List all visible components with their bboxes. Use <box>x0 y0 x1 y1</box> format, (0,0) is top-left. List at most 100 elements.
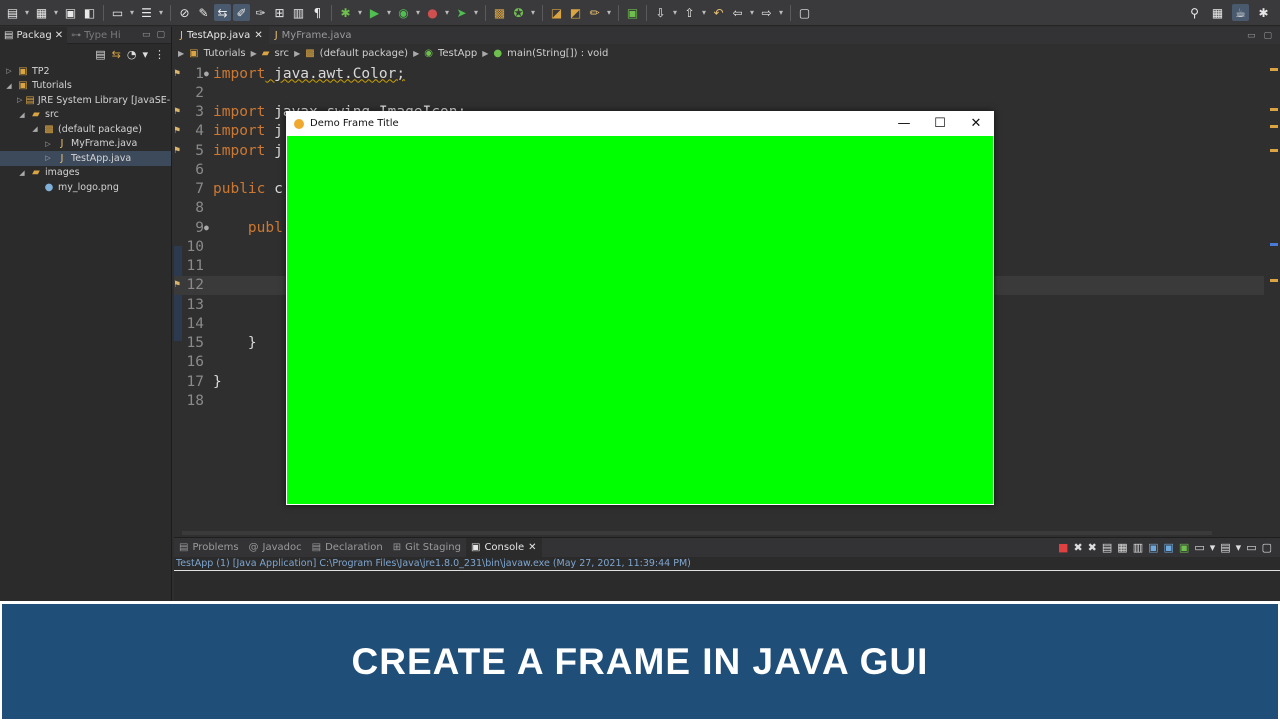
back-icon[interactable]: ⇦ <box>729 4 746 21</box>
minimize-icon[interactable]: ▭ <box>142 30 151 40</box>
chevron-down-icon[interactable]: ▾ <box>1210 541 1216 554</box>
warning-marker[interactable] <box>1270 108 1278 111</box>
tree-item[interactable]: ◢ ▰ src <box>0 108 171 123</box>
window-titlebar[interactable]: Demo Frame Title — ☐ ✕ <box>286 111 994 136</box>
tree-item[interactable]: ▷▤JRE System Library [JavaSE-1.8] <box>0 93 171 108</box>
new-icon[interactable]: ▤ <box>4 4 21 21</box>
tree-item[interactable]: ▷ J MyFrame.java <box>0 137 171 152</box>
code-line[interactable]: 2 <box>174 83 1264 102</box>
search-file-icon[interactable]: ✏ <box>586 4 603 21</box>
toggle-breadcrumb-icon[interactable]: ⇆ <box>214 4 231 21</box>
minimize-button[interactable]: — <box>886 116 922 131</box>
pilcrow-icon[interactable]: ¶ <box>309 4 326 21</box>
chevron-down-icon[interactable]: ▾ <box>1236 541 1242 554</box>
console-tab[interactable]: ▤ Declaration <box>307 538 388 557</box>
console-tab[interactable]: @ Javadoc <box>244 538 307 557</box>
tab-package-explorer[interactable]: ▤ Packag ✕ <box>0 26 68 44</box>
chevron-down-icon[interactable]: ▾ <box>671 4 679 21</box>
tree-item[interactable]: ◢ ▩ (default package) <box>0 122 171 137</box>
expand-arrow-icon[interactable]: ▷ <box>4 67 14 75</box>
link-editor-icon[interactable]: ⇆ <box>112 48 121 61</box>
show-stderr-icon[interactable]: ▣ <box>1164 541 1174 554</box>
search-icon[interactable]: ⚲ <box>1186 4 1203 21</box>
chevron-down-icon[interactable]: ▾ <box>414 4 422 21</box>
console-tab[interactable]: ▣ Console ✕ <box>465 538 542 557</box>
expand-arrow-icon[interactable]: ▷ <box>43 154 53 162</box>
open-task-icon[interactable]: ◩ <box>567 4 584 21</box>
maximize-icon[interactable]: ▢ <box>1263 31 1272 41</box>
external-tools-icon[interactable]: ● <box>424 4 441 21</box>
pin-console-icon[interactable]: ▣ <box>1179 541 1189 554</box>
collapse-all-icon[interactable]: ▤ <box>95 48 105 61</box>
warning-marker[interactable] <box>1270 125 1278 128</box>
display-console-icon[interactable]: ▭ <box>1194 541 1204 554</box>
collapse-arrow-icon[interactable]: ◢ <box>30 125 40 133</box>
highlight-icon[interactable]: ✐ <box>233 4 250 21</box>
chevron-down-icon[interactable]: ▾ <box>128 4 136 21</box>
collapse-arrow-icon[interactable]: ◢ <box>17 169 27 177</box>
chevron-down-icon[interactable]: ▾ <box>605 4 613 21</box>
refactor-icon[interactable]: ☰ <box>138 4 155 21</box>
breadcrumb-item[interactable]: src <box>274 48 289 59</box>
fold-icon[interactable]: ● <box>204 223 209 232</box>
code-line[interactable]: ⚑ 1 ● import java.awt.Color; <box>174 64 1264 83</box>
skip-breakpoints-icon[interactable]: ⊘ <box>176 4 193 21</box>
overview-ruler[interactable] <box>1268 63 1280 523</box>
console-tab[interactable]: ⊞ Git Staging <box>388 538 466 557</box>
tab-type-hierarchy[interactable]: ⊶ Type Hi <box>67 27 124 44</box>
word-wrap-icon[interactable]: ▥ <box>1133 541 1143 554</box>
chevron-down-icon[interactable]: ▾ <box>52 4 60 21</box>
breadcrumb-item[interactable]: (default package) <box>320 48 408 59</box>
chevron-right-icon[interactable]: ▶ <box>294 49 300 58</box>
chevron-down-icon[interactable]: ▾ <box>157 4 165 21</box>
view-menu-icon[interactable]: ⋮ <box>154 48 165 61</box>
remove-launch-icon[interactable]: ✖ <box>1073 541 1082 554</box>
show-whitespace-icon[interactable]: ⊞ <box>271 4 288 21</box>
collapse-arrow-icon[interactable]: ◢ <box>4 82 14 90</box>
run-icon[interactable]: ▶ <box>366 4 383 21</box>
show-stdout-icon[interactable]: ▣ <box>1148 541 1158 554</box>
breadcrumb-item[interactable]: TestApp <box>438 48 477 59</box>
new-package-icon[interactable]: ▩ <box>491 4 508 21</box>
perspective-icon[interactable]: ▦ <box>1209 4 1226 21</box>
warning-marker[interactable] <box>1270 68 1278 71</box>
chevron-down-icon[interactable]: ▾ <box>443 4 451 21</box>
open-console-icon[interactable]: ▤ <box>1220 541 1230 554</box>
chevron-down-icon[interactable]: ▾ <box>700 4 708 21</box>
focus-icon[interactable]: ◔ <box>127 48 137 61</box>
fold-icon[interactable]: ● <box>204 69 209 78</box>
open-type-icon[interactable]: ◪ <box>548 4 565 21</box>
new-java-project-icon[interactable]: ➤ <box>453 4 470 21</box>
remove-all-icon[interactable]: ✖ <box>1088 541 1097 554</box>
chevron-down-icon[interactable]: ▾ <box>23 4 31 21</box>
debug-perspective-icon[interactable]: ✱ <box>1255 4 1272 21</box>
tree-item[interactable]: ◢ ▰ images <box>0 166 171 181</box>
mark-occurrences-icon[interactable]: ✎ <box>195 4 212 21</box>
clear-console-icon[interactable]: ▤ <box>1102 541 1112 554</box>
warning-marker[interactable] <box>1270 149 1278 152</box>
forward-icon[interactable]: ⇨ <box>758 4 775 21</box>
open-icon[interactable]: ▦ <box>33 4 50 21</box>
coverage-icon[interactable]: ◉ <box>395 4 412 21</box>
chevron-down-icon[interactable]: ▾ <box>748 4 756 21</box>
minimize-icon[interactable]: ▭ <box>1246 541 1256 554</box>
close-button[interactable]: ✕ <box>958 116 994 131</box>
editor-tab[interactable]: J TestApp.java ✕ <box>174 27 269 44</box>
block-selection-icon[interactable]: ✑ <box>252 4 269 21</box>
horizontal-scrollbar[interactable] <box>182 531 1212 535</box>
breadcrumb-item[interactable]: main(String[]) : void <box>507 48 608 59</box>
toggle-icon[interactable]: ▣ <box>624 4 641 21</box>
collapse-arrow-icon[interactable]: ◢ <box>17 111 27 119</box>
tree-item[interactable]: ● my_logo.png <box>0 180 171 195</box>
next-annotation-icon[interactable]: ⇩ <box>652 4 669 21</box>
java-perspective-icon[interactable]: ☕ <box>1232 4 1249 21</box>
chevron-right-icon[interactable]: ▶ <box>482 49 488 58</box>
chevron-right-icon[interactable]: ▶ <box>251 49 257 58</box>
save-all-icon[interactable]: ◧ <box>81 4 98 21</box>
chevron-down-icon[interactable]: ▾ <box>777 4 785 21</box>
expand-arrow-icon[interactable]: ▷ <box>17 96 22 104</box>
terminate-icon[interactable]: ■ <box>1058 541 1068 554</box>
word-wrap-icon[interactable]: ▥ <box>290 4 307 21</box>
chevron-down-icon[interactable]: ▾ <box>385 4 393 21</box>
maximize-icon[interactable]: ▢ <box>156 30 165 40</box>
